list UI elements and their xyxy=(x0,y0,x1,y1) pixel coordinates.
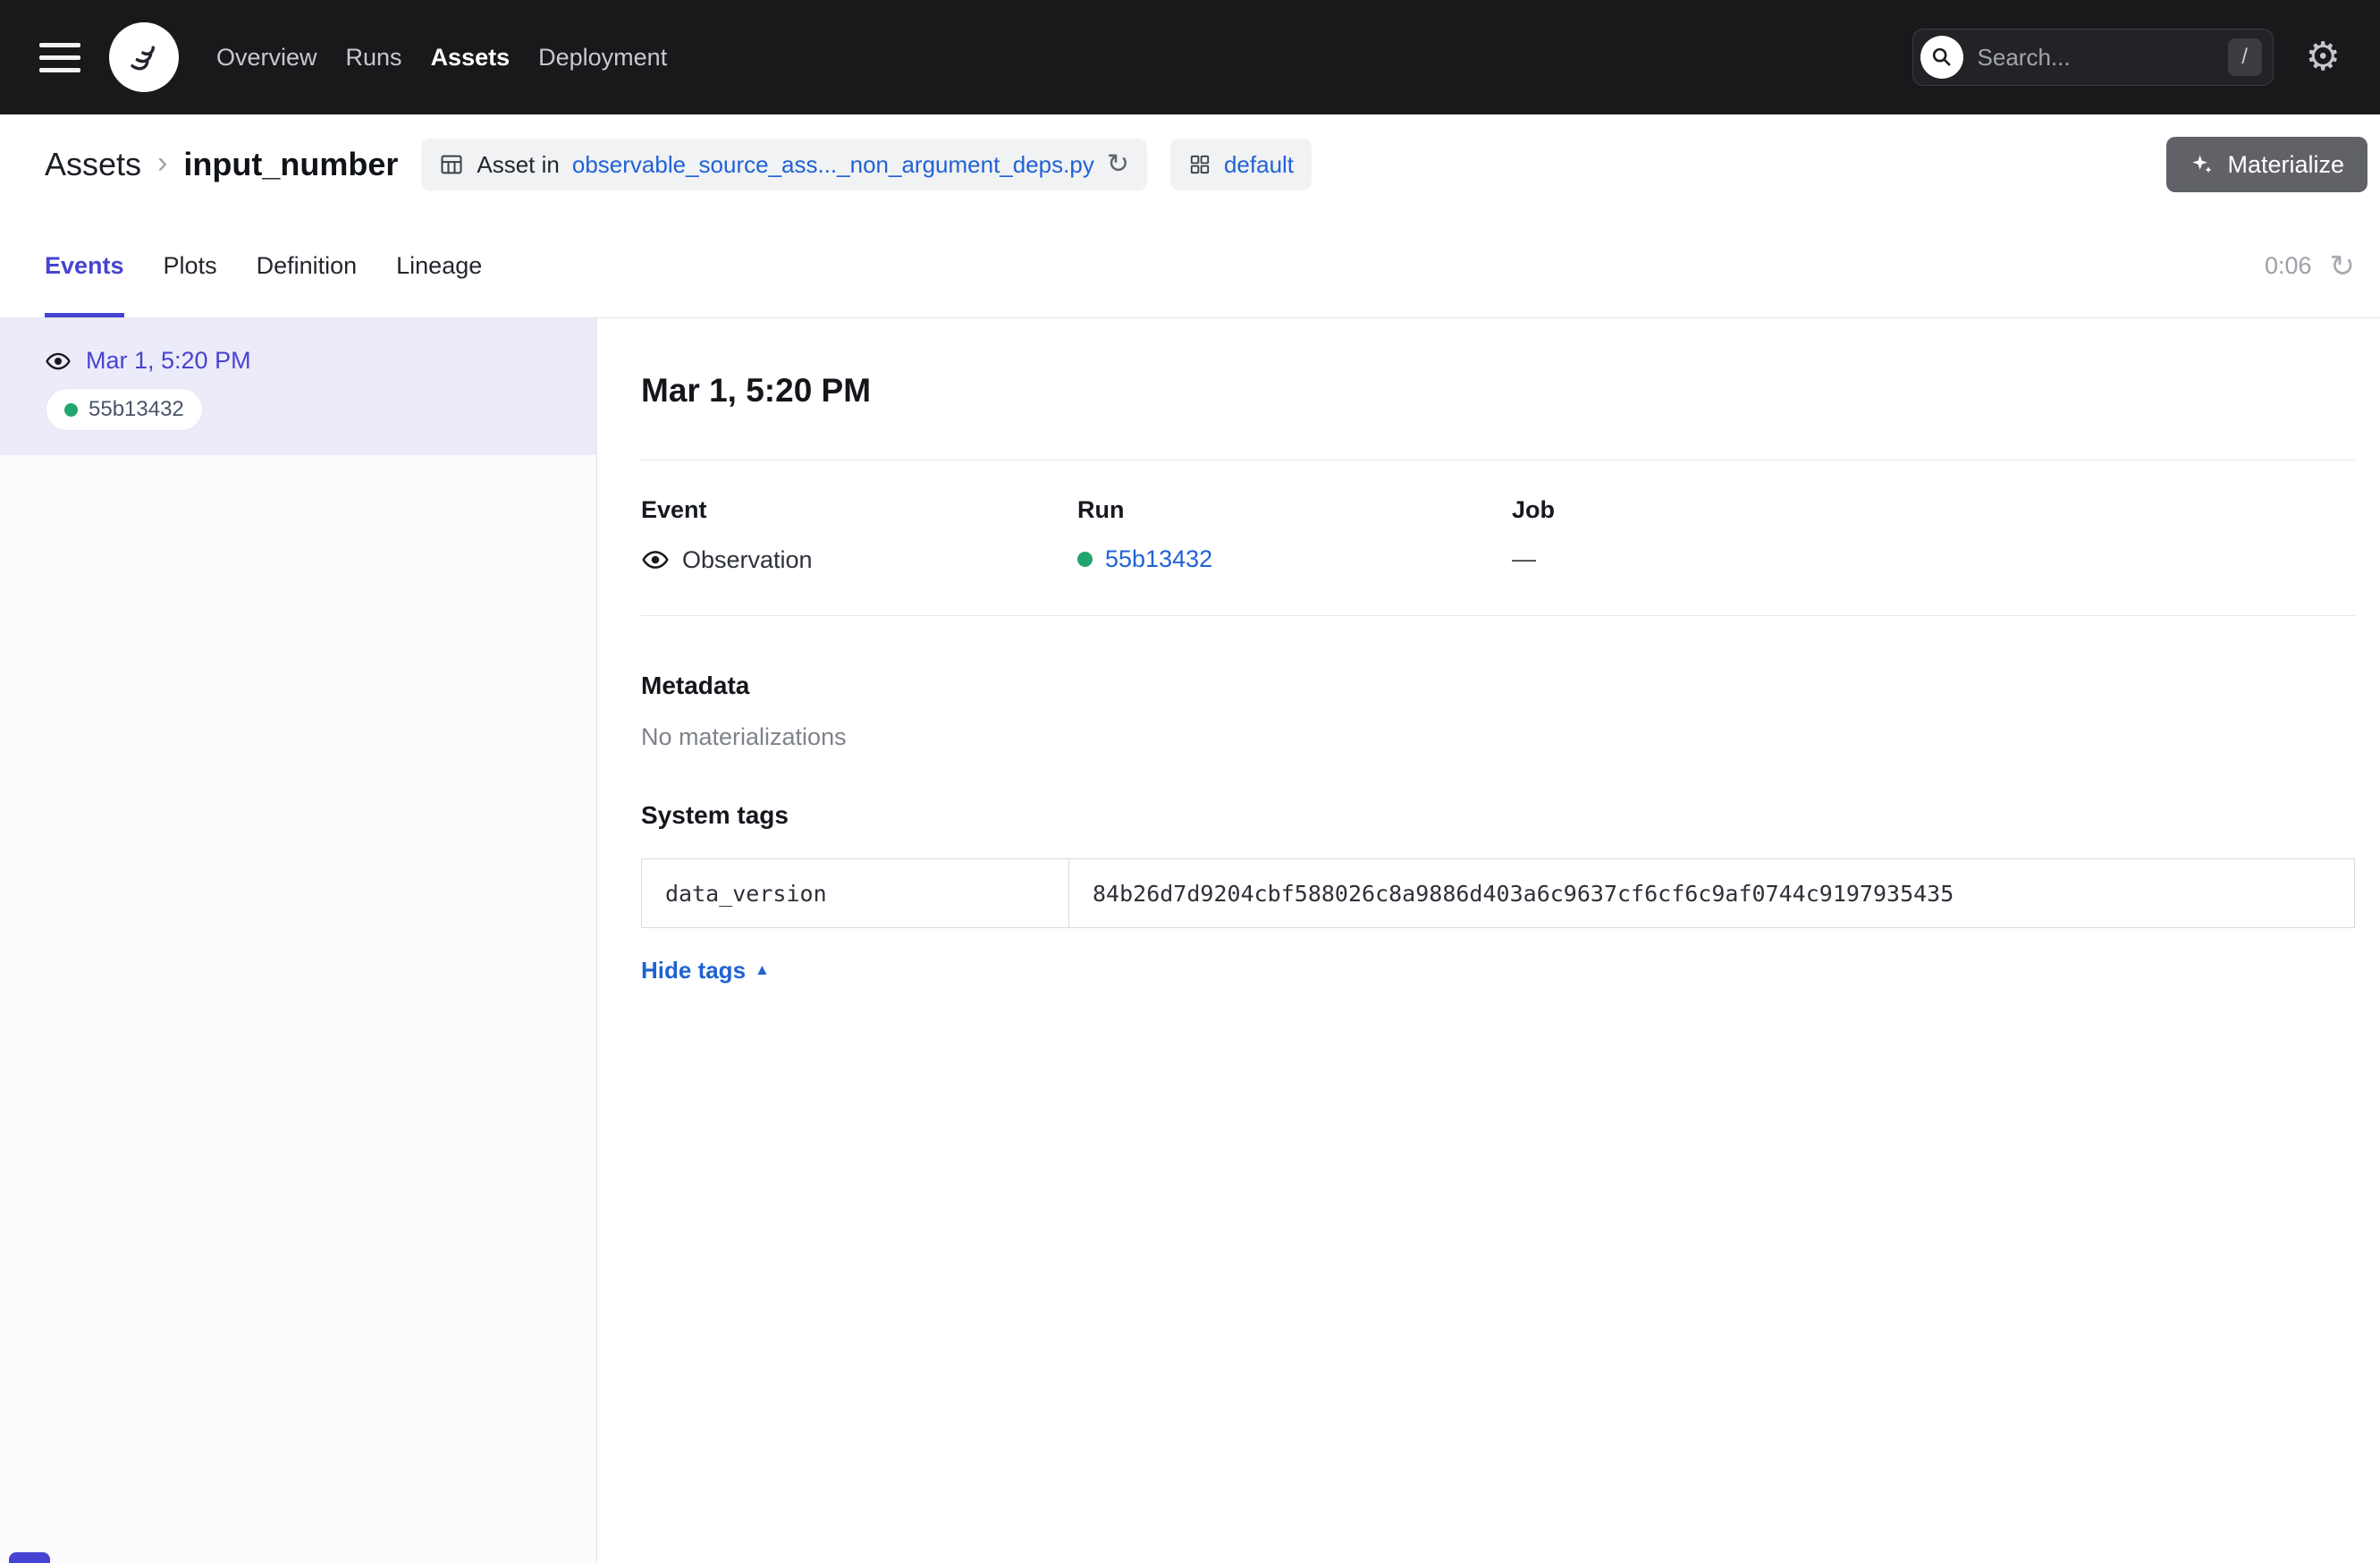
page-header: Assets › input_number Asset in observabl… xyxy=(0,114,2380,215)
divider xyxy=(641,615,2355,616)
content: Mar 1, 5:20 PM 55b13432 Mar 1, 5:20 PM E… xyxy=(0,318,2380,1563)
event-list-item[interactable]: Mar 1, 5:20 PM 55b13432 xyxy=(0,318,596,455)
search-box[interactable]: / xyxy=(1912,29,2274,86)
system-tags-heading: System tags xyxy=(641,801,2355,830)
event-column-label: Event xyxy=(641,496,1077,524)
reload-location-icon[interactable]: ↻ xyxy=(1107,151,1129,178)
tabs: Events Plots Definition Lineage xyxy=(45,215,482,317)
nav-item-deployment[interactable]: Deployment xyxy=(538,44,667,72)
search-shortcut-key: / xyxy=(2228,38,2262,76)
code-location-link[interactable]: observable_source_ass..._non_argument_de… xyxy=(572,151,1094,179)
nav-item-assets[interactable]: Assets xyxy=(431,44,511,72)
asset-badge-prefix: Asset in xyxy=(477,151,560,179)
breadcrumb: Assets › input_number xyxy=(45,146,398,183)
event-type-value: Observation xyxy=(682,546,813,574)
eye-icon xyxy=(641,545,670,574)
breadcrumb-chevron-icon: › xyxy=(157,146,167,181)
metadata-heading: Metadata xyxy=(641,672,2355,700)
tag-key-cell: data_version xyxy=(642,859,1069,927)
event-summary-columns: Event Observation Run 55b13432 xyxy=(641,496,2355,574)
asset-group-badge: default xyxy=(1170,139,1312,190)
group-default-link[interactable]: default xyxy=(1224,151,1294,179)
refresh-timer: 0:06 ↻ xyxy=(2265,215,2355,317)
event-timestamp: Mar 1, 5:20 PM xyxy=(86,347,251,375)
tab-definition[interactable]: Definition xyxy=(257,215,358,317)
menu-icon[interactable] xyxy=(39,43,80,72)
search-icon xyxy=(1920,36,1963,79)
run-id-link[interactable]: 55b13432 xyxy=(1105,545,1212,573)
run-status-dot xyxy=(64,403,78,417)
tab-lineage[interactable]: Lineage xyxy=(396,215,482,317)
run-status-dot xyxy=(1077,552,1093,567)
event-detail-panel: Mar 1, 5:20 PM Event Observation Run xyxy=(597,318,2380,1563)
metadata-empty-text: No materializations xyxy=(641,723,2355,751)
refresh-icon[interactable]: ↻ xyxy=(2330,251,2356,282)
tag-value-cell: 84b26d7d9204cbf588026c8a9886d403a6c9637c… xyxy=(1069,859,2354,927)
dagster-logo[interactable] xyxy=(109,22,179,92)
job-value-empty: — xyxy=(1512,545,1536,573)
sparkle-icon xyxy=(2190,152,2215,177)
system-tags-table: data_version 84b26d7d9204cbf588026c8a988… xyxy=(641,858,2355,928)
table-icon xyxy=(439,152,464,177)
eye-icon xyxy=(45,348,72,375)
materialize-button[interactable]: Materialize xyxy=(2166,137,2367,192)
run-column-label: Run xyxy=(1077,496,1512,524)
caret-up-icon: ▲ xyxy=(755,961,770,979)
primary-nav: Overview Runs Assets Deployment xyxy=(216,44,667,72)
nav-item-runs[interactable]: Runs xyxy=(346,44,402,72)
asset-location-badge: Asset in observable_source_ass..._non_ar… xyxy=(421,139,1147,190)
hide-tags-label: Hide tags xyxy=(641,957,746,984)
swirl-icon xyxy=(121,34,167,80)
timer-countdown: 0:06 xyxy=(2265,252,2312,280)
nav-item-overview[interactable]: Overview xyxy=(216,44,317,72)
tab-plots[interactable]: Plots xyxy=(164,215,217,317)
materialize-label: Materialize xyxy=(2227,151,2344,179)
tabs-row: Events Plots Definition Lineage 0:06 ↻ xyxy=(0,215,2380,318)
event-list-sidebar: Mar 1, 5:20 PM 55b13432 xyxy=(0,318,597,1563)
job-column-label: Job xyxy=(1512,496,2355,524)
settings-gear-icon[interactable]: ⚙ xyxy=(2306,38,2341,77)
group-icon xyxy=(1188,153,1211,176)
page-title: input_number xyxy=(183,146,398,183)
event-detail-title: Mar 1, 5:20 PM xyxy=(641,372,2355,410)
top-nav: Overview Runs Assets Deployment / ⚙ xyxy=(0,0,2380,114)
bottom-left-blue-indicator[interactable] xyxy=(9,1552,50,1563)
nav-right: / ⚙ xyxy=(1912,29,2341,86)
run-id-pill[interactable]: 55b13432 xyxy=(46,389,202,430)
run-id-label: 55b13432 xyxy=(89,397,184,422)
breadcrumb-assets-link[interactable]: Assets xyxy=(45,146,141,183)
hide-tags-link[interactable]: Hide tags ▲ xyxy=(641,957,770,984)
search-input[interactable] xyxy=(1976,43,2215,72)
tab-events[interactable]: Events xyxy=(45,215,124,317)
